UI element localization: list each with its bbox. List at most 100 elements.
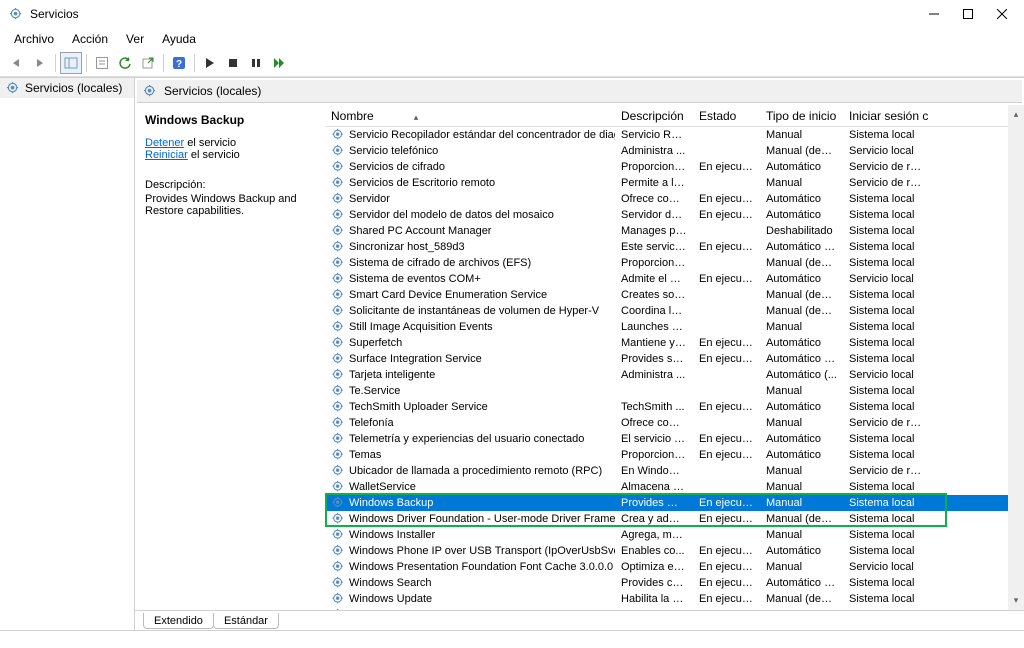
tree-root-item[interactable]: Servicios (locales) — [0, 78, 134, 98]
service-desc-cell: Manages pr... — [615, 225, 693, 237]
service-row[interactable]: Windows UpdateHabilita la d...En ejecuci… — [325, 591, 1008, 607]
service-row[interactable]: ServidorOfrece com...En ejecuciónAutomát… — [325, 191, 1008, 207]
service-row[interactable]: Servicios de Escritorio remotoPermite a … — [325, 175, 1008, 191]
menu-accion[interactable]: Acción — [64, 30, 116, 48]
properties-button[interactable] — [91, 52, 113, 74]
restart-service-link[interactable]: Reiniciar — [145, 149, 188, 161]
export-button[interactable] — [137, 52, 159, 74]
service-row[interactable]: TemasProporciona...En ejecuciónAutomátic… — [325, 447, 1008, 463]
detail-desc-text: Provides Windows Backup and Restore capa… — [145, 193, 315, 217]
close-button[interactable] — [994, 6, 1010, 22]
service-row[interactable]: Windows BackupProvides Wi...En ejecución… — [325, 495, 1008, 511]
gear-icon — [331, 432, 346, 446]
service-name-cell: Windows Search — [349, 577, 432, 589]
service-row[interactable]: TechSmith Uploader ServiceTechSmith ...E… — [325, 399, 1008, 415]
list-header: Nombre▴ Descripción Estado Tipo de inici… — [325, 105, 1008, 127]
refresh-button[interactable] — [114, 52, 136, 74]
help-button[interactable]: ? — [168, 52, 190, 74]
service-startup-cell: Manual (dese... — [760, 289, 843, 301]
service-status-cell: En ejecución — [693, 193, 760, 205]
service-row[interactable]: Windows InstallerAgrega, mo...ManualSist… — [325, 527, 1008, 543]
start-service-button[interactable] — [199, 52, 221, 74]
service-row[interactable]: Servicio Recopilador estándar del concen… — [325, 127, 1008, 143]
tab-extended[interactable]: Extendido — [143, 613, 214, 629]
service-desc-cell: Mantiene y ... — [615, 337, 693, 349]
service-startup-cell: Automático — [760, 337, 843, 349]
service-startup-cell: Manual — [760, 417, 843, 429]
service-name-cell: Servidor — [349, 193, 390, 205]
restart-service-button[interactable] — [268, 52, 290, 74]
tab-standard[interactable]: Estándar — [213, 613, 279, 629]
service-logon-cell: Sistema local — [843, 545, 928, 557]
service-row[interactable]: Te.ServiceManualSistema local — [325, 383, 1008, 399]
service-row[interactable]: Sistema de cifrado de archivos (EFS)Prop… — [325, 255, 1008, 271]
col-header-status[interactable]: Estado — [693, 106, 760, 126]
service-row[interactable]: Tarjeta inteligenteAdministra ...Automát… — [325, 367, 1008, 383]
service-startup-cell: Automático — [760, 449, 843, 461]
gear-icon — [331, 464, 346, 478]
service-logon-cell: Sistema local — [843, 305, 928, 317]
svg-text:?: ? — [176, 59, 182, 70]
service-row[interactable]: Surface Integration ServiceProvides su..… — [325, 351, 1008, 367]
show-hide-tree-button[interactable] — [60, 52, 82, 74]
service-row[interactable]: Windows Driver Foundation - User-mode Dr… — [325, 511, 1008, 527]
service-row[interactable]: Work FoldersThis service ...ManualServic… — [325, 607, 1008, 610]
service-desc-cell: Ofrece com... — [615, 193, 693, 205]
col-header-startup[interactable]: Tipo de inicio — [760, 106, 843, 126]
col-header-name[interactable]: Nombre▴ — [325, 106, 615, 126]
service-status-cell: En ejecución — [693, 353, 760, 365]
forward-button[interactable] — [29, 52, 51, 74]
stop-service-link[interactable]: Detener — [145, 137, 184, 149]
service-row[interactable]: Windows Phone IP over USB Transport (IpO… — [325, 543, 1008, 559]
service-row[interactable]: Ubicador de llamada a procedimiento remo… — [325, 463, 1008, 479]
service-list[interactable]: Nombre▴ Descripción Estado Tipo de inici… — [325, 105, 1008, 610]
service-startup-cell: Automático — [760, 545, 843, 557]
service-startup-cell: Manual (dese... — [760, 305, 843, 317]
maximize-button[interactable] — [960, 6, 976, 22]
back-button[interactable] — [6, 52, 28, 74]
service-row[interactable]: Sistema de eventos COM+Admite el Se...En… — [325, 271, 1008, 287]
service-name-cell: Servicio telefónico — [349, 145, 438, 157]
service-logon-cell: Sistema local — [843, 241, 928, 253]
service-row[interactable]: Solicitante de instantáneas de volumen d… — [325, 303, 1008, 319]
stop-service-button[interactable] — [222, 52, 244, 74]
scroll-up-arrow[interactable]: ▴ — [1014, 105, 1019, 120]
scroll-down-arrow[interactable]: ▾ — [1014, 595, 1019, 610]
service-row[interactable]: Servidor del modelo de datos del mosaico… — [325, 207, 1008, 223]
gear-icon — [331, 128, 346, 142]
service-status-cell: En ejecución — [693, 449, 760, 461]
gear-icon — [331, 192, 346, 206]
titlebar: Servicios — [0, 0, 1024, 28]
vertical-scrollbar[interactable]: ▴ ▾ — [1008, 105, 1024, 610]
service-row[interactable]: Windows SearchProvides co...En ejecución… — [325, 575, 1008, 591]
service-row[interactable]: Shared PC Account ManagerManages pr...De… — [325, 223, 1008, 239]
service-row[interactable]: Servicio telefónicoAdministra ...Manual … — [325, 143, 1008, 159]
service-row[interactable]: TelefoníaOfrece com...ManualServicio de … — [325, 415, 1008, 431]
menu-ver[interactable]: Ver — [118, 30, 152, 48]
service-name-cell: Sincronizar host_589d3 — [349, 241, 465, 253]
service-row[interactable]: Sincronizar host_589d3Este servicio...En… — [325, 239, 1008, 255]
service-row[interactable]: Windows Presentation Foundation Font Cac… — [325, 559, 1008, 575]
service-row[interactable]: Telemetría y experiencias del usuario co… — [325, 431, 1008, 447]
pane-header: Servicios (locales) — [137, 80, 1022, 103]
menu-ayuda[interactable]: Ayuda — [154, 30, 204, 48]
service-row[interactable]: WalletServiceAlmacena o...ManualSistema … — [325, 479, 1008, 495]
pause-service-button[interactable] — [245, 52, 267, 74]
service-logon-cell: Servicio local — [843, 609, 928, 610]
service-name-cell: Servicio Recopilador estándar del concen… — [349, 129, 615, 141]
menu-archivo[interactable]: Archivo — [6, 30, 62, 48]
gear-icon — [331, 416, 346, 430]
main-area: Servicios (locales) Servicios (locales) … — [0, 77, 1024, 630]
service-desc-cell: Proporciona... — [615, 257, 693, 269]
service-desc-cell: Provides co... — [615, 577, 693, 589]
col-header-description[interactable]: Descripción — [615, 106, 693, 126]
gear-icon — [331, 400, 346, 414]
gear-icon — [331, 448, 346, 462]
service-row[interactable]: SuperfetchMantiene y ...En ejecuciónAuto… — [325, 335, 1008, 351]
service-row[interactable]: Servicios de cifradoProporciona...En eje… — [325, 159, 1008, 175]
minimize-button[interactable] — [926, 6, 942, 22]
service-row[interactable]: Smart Card Device Enumeration ServiceCre… — [325, 287, 1008, 303]
col-header-logon[interactable]: Iniciar sesión como — [843, 106, 928, 126]
service-name-cell: Still Image Acquisition Events — [349, 321, 493, 333]
service-row[interactable]: Still Image Acquisition EventsLaunches a… — [325, 319, 1008, 335]
